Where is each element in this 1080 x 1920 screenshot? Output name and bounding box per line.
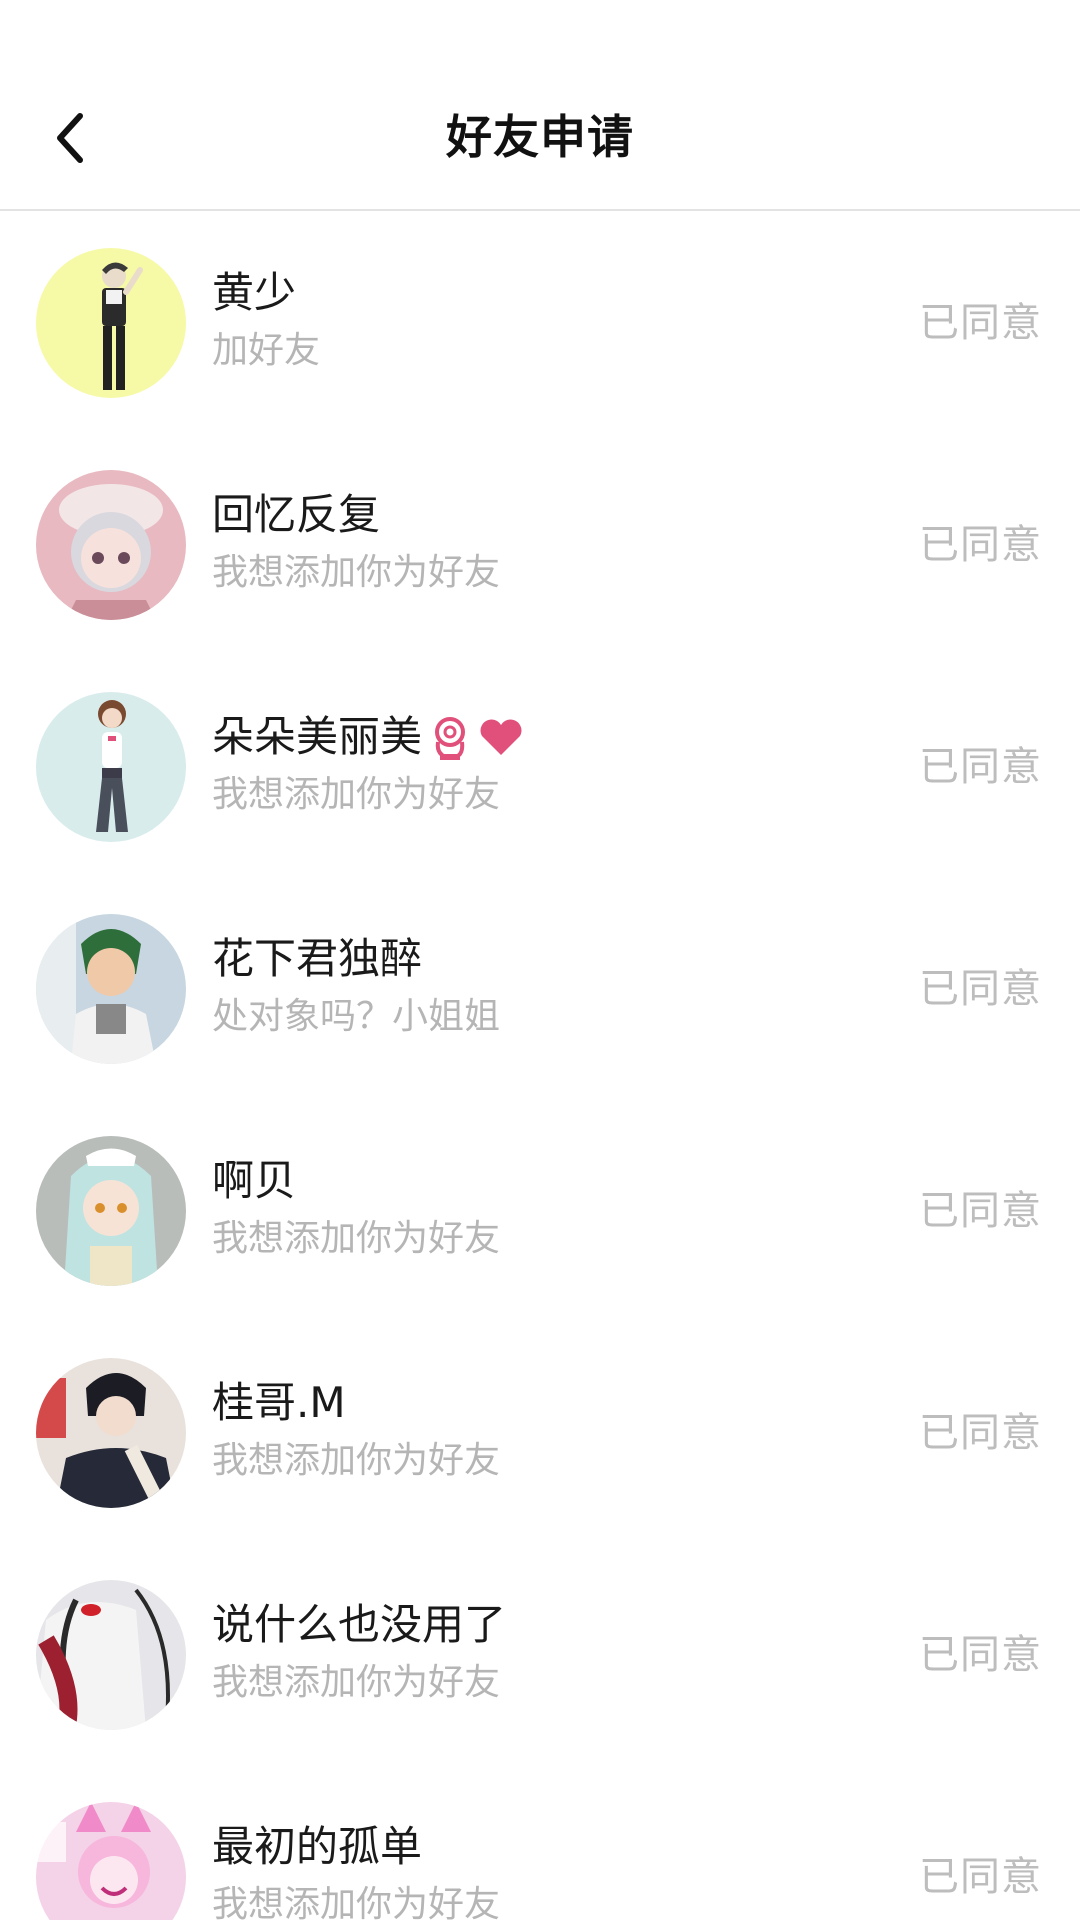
request-message: 处对象吗？小姐姐 (212, 996, 501, 1037)
request-message: 我想添加你为好友 (212, 1884, 501, 1920)
request-texts: 桂哥.M 我想添加你为好友 (212, 1374, 852, 1490)
request-texts: 黄少 加好友 (212, 264, 852, 380)
request-texts: 回忆反复 我想添加你为好友 (212, 486, 852, 602)
request-message: 我想添加你为好友 (212, 774, 501, 815)
status-badge: 已同意 (919, 522, 1042, 568)
avatar[interactable] (36, 1358, 186, 1508)
avatar[interactable] (36, 914, 186, 1064)
status-badge: 已同意 (919, 1188, 1042, 1234)
avatar[interactable] (36, 692, 186, 842)
request-texts: 花下君独醉 处对象吗？小姐姐 (212, 930, 852, 1046)
request-message: 我想添加你为好友 (212, 552, 501, 593)
requester-name: 朵朵美丽美 (212, 708, 852, 766)
requester-name-text: 朵朵美丽美 (212, 712, 423, 761)
status-badge: 已同意 (919, 1854, 1042, 1900)
request-message: 我想添加你为好友 (212, 1218, 501, 1259)
top-bar: 好友申请 (0, 0, 1080, 211)
request-list: 黄少 加好友 已同意 回忆反复 我想添加你为好友 已同意 朵朵美丽美 我想添加你… (0, 212, 1080, 1920)
avatar[interactable] (36, 248, 186, 398)
status-badge: 已同意 (919, 1632, 1042, 1678)
avatar[interactable] (36, 1580, 186, 1730)
request-texts: 说什么也没用了 我想添加你为好友 (212, 1596, 852, 1712)
avatar[interactable] (36, 1802, 186, 1920)
list-item[interactable]: 啊贝 我想添加你为好友 已同意 (0, 1100, 1080, 1322)
list-item[interactable]: 花下君独醉 处对象吗？小姐姐 已同意 (0, 878, 1080, 1100)
friend-requests-page: 好友申请 黄少 加好友 已同意 回忆反复 我想添加你为好友 已同意 朵朵美丽美 … (0, 0, 1080, 1920)
list-item[interactable]: 桂哥.M 我想添加你为好友 已同意 (0, 1322, 1080, 1544)
list-item[interactable]: 朵朵美丽美 我想添加你为好友 已同意 (0, 656, 1080, 878)
list-item[interactable]: 黄少 加好友 已同意 (0, 212, 1080, 434)
avatar[interactable] (36, 470, 186, 620)
request-texts: 朵朵美丽美 我想添加你为好友 (212, 708, 852, 824)
list-item[interactable]: 回忆反复 我想添加你为好友 已同意 (0, 434, 1080, 656)
request-message: 加好友 (212, 330, 321, 371)
status-badge: 已同意 (919, 1410, 1042, 1456)
requester-name: 啊贝 (212, 1156, 297, 1205)
status-badge: 已同意 (919, 966, 1042, 1012)
avatar[interactable] (36, 1136, 186, 1286)
requester-name: 桂哥.M (212, 1378, 346, 1427)
request-texts: 最初的孤单 我想添加你为好友 (212, 1818, 852, 1920)
requester-name: 花下君独醉 (212, 934, 423, 983)
ok-hand-icon (428, 712, 472, 762)
request-message: 我想添加你为好友 (212, 1440, 501, 1481)
status-badge: 已同意 (919, 744, 1042, 790)
requester-name: 回忆反复 (212, 490, 381, 539)
list-item[interactable]: 说什么也没用了 我想添加你为好友 已同意 (0, 1544, 1080, 1766)
requester-name: 说什么也没用了 (212, 1600, 507, 1649)
request-message: 我想添加你为好友 (212, 1662, 501, 1703)
page-title: 好友申请 (446, 110, 634, 164)
status-badge: 已同意 (919, 300, 1042, 346)
requester-name: 最初的孤单 (212, 1822, 423, 1871)
requester-name: 黄少 (212, 268, 297, 317)
request-texts: 啊贝 我想添加你为好友 (212, 1152, 852, 1268)
list-item[interactable]: 最初的孤单 我想添加你为好友 已同意 (0, 1766, 1080, 1920)
heart-icon (478, 717, 524, 757)
